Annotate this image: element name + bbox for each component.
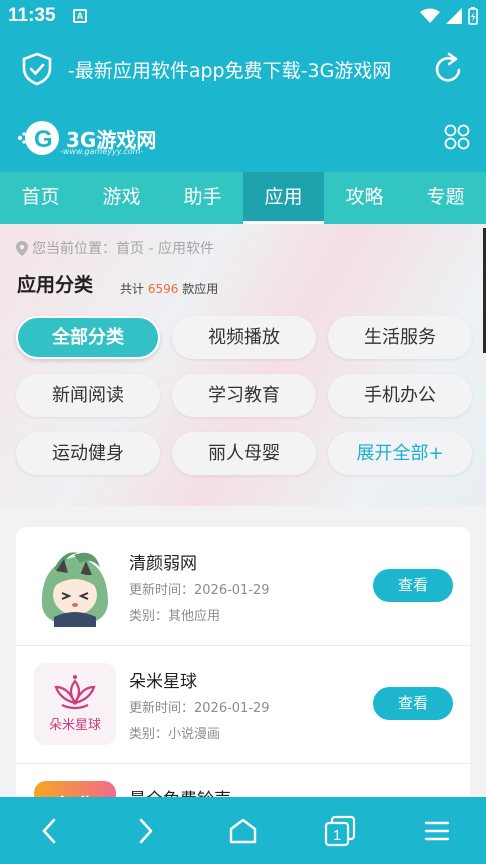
site-tagline: -www.gameyyy.com- [60,147,144,156]
nav-tab-apps[interactable]: 应用 [243,172,324,224]
home-button[interactable] [213,817,273,845]
count-prefix: 共计 [120,282,145,296]
chip-all[interactable]: 全部分类 [16,316,160,359]
shield-icon[interactable] [22,52,52,90]
chip-education[interactable]: 学习教育 [172,374,316,417]
forward-button[interactable] [116,818,176,844]
chip-expand-all[interactable]: 展开全部+ [328,432,472,475]
app-icon [34,545,116,627]
browser-title-bar: -最新应用软件app免费下载-3G游戏网 [0,34,486,104]
main-nav: 首页 游戏 助手 应用 攻略 专题 [0,172,486,224]
chip-news[interactable]: 新闻阅读 [16,374,160,417]
logo-mark-text: G [34,126,53,153]
location-pin-icon [16,240,28,256]
view-button[interactable]: 查看 [373,569,453,602]
divider [16,763,470,764]
nav-tab-games[interactable]: 游戏 [81,172,162,224]
nav-tab-home[interactable]: 首页 [0,172,81,224]
logo-text: 朵米星球 [49,718,101,733]
status-bar: 11:35 A [0,0,486,34]
app-name[interactable]: 清颜弱网 [129,549,197,574]
battery-icon [468,7,478,25]
count-number: 6596 [147,282,179,296]
grid-menu-icon[interactable] [444,124,470,154]
back-icon [42,818,55,843]
app-updated: 更新时间：2026-01-29 [129,701,270,716]
browser-bottom-bar: 1 [0,797,486,864]
signal-icon [446,8,462,24]
logo-mark-icon: G [17,121,59,155]
forward-icon [139,818,153,843]
breadcrumb: 您当前位置：首页 - 应用软件 [16,238,214,258]
notification-icon: A [73,9,87,23]
list-item[interactable]: 清颜弱网 更新时间：2026-01-29 类别：其他应用 查看 [16,527,470,645]
status-icons [420,7,478,25]
app-list: 清颜弱网 更新时间：2026-01-29 类别：其他应用 查看 朵米星球 朵米星… [16,527,470,817]
site-logo[interactable]: G 3G游戏网 -www.gameyyy.com- [16,116,156,160]
app-count: 共计 6596 款应用 [120,280,218,297]
list-item[interactable]: 朵米星球 朵米星球 更新时间：2026-01-29 类别：小说漫画 查看 [16,645,470,763]
menu-button[interactable] [407,820,467,842]
divider [16,645,470,646]
chip-fitness[interactable]: 运动健身 [16,432,160,475]
category-chips: 全部分类 视频播放 生活服务 新闻阅读 学习教育 手机办公 运动健身 丽人母婴 … [16,316,472,475]
category-title: 应用分类 [17,270,113,297]
app-category: 类别：其他应用 [129,609,221,624]
chip-beauty-baby[interactable]: 丽人母婴 [172,432,316,475]
view-button[interactable]: 查看 [373,687,453,720]
nav-tab-guides[interactable]: 攻略 [324,172,405,224]
tabs-icon: 1 [325,815,356,846]
app-category: 类别：小说漫画 [129,727,221,742]
chip-video[interactable]: 视频播放 [172,316,316,359]
category-panel: 您当前位置：首页 - 应用软件 应用分类 共计 6596 款应用 全部分类 视频… [0,224,486,506]
home-icon [229,818,257,843]
site-header: G 3G游戏网 -www.gameyyy.com- [0,104,486,172]
app-name[interactable]: 朵米星球 [129,667,197,692]
nav-tab-helper[interactable]: 助手 [162,172,243,224]
hamburger-menu-icon [425,821,450,840]
chip-life[interactable]: 生活服务 [328,316,472,359]
nav-tab-topics[interactable]: 专题 [405,172,486,224]
breadcrumb-text: 您当前位置：首页 - 应用软件 [32,241,214,257]
back-button[interactable] [19,818,79,844]
reload-icon[interactable] [434,52,464,88]
chip-office[interactable]: 手机办公 [328,374,472,417]
category-title-text: 应用分类 [17,274,94,296]
app-updated: 更新时间：2026-01-29 [129,583,270,598]
page-title: -最新应用软件app免费下载-3G游戏网 [68,60,392,82]
app-icon: 朵米星球 [34,663,116,745]
count-suffix: 款应用 [182,282,219,296]
status-time: 11:35 [8,5,56,26]
tabs-button[interactable]: 1 [310,815,370,847]
tab-count: 1 [333,827,341,844]
wifi-icon [420,8,440,23]
